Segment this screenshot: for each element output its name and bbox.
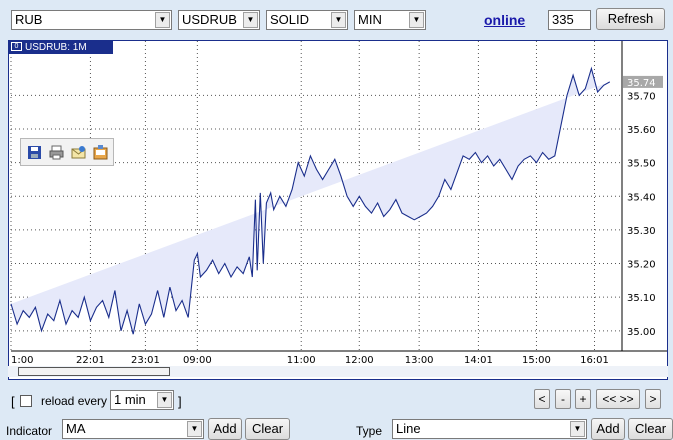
x-tick-label: 13:00: [405, 355, 434, 366]
type-clear-button[interactable]: Clear: [628, 418, 673, 440]
indicator-clear-button[interactable]: Clear: [245, 418, 290, 440]
reload-open-bracket: [: [11, 394, 15, 409]
y-tick-label: 35.40: [627, 192, 656, 203]
chevron-down-icon: ▼: [157, 392, 172, 408]
reload-checkbox[interactable]: [20, 395, 32, 407]
type-add-button[interactable]: Add: [591, 418, 625, 440]
series-area: [11, 68, 610, 335]
symbol-select-value: USDRUB: [182, 12, 237, 27]
x-tick-label: 11:00: [287, 355, 316, 366]
chart-scrollbar[interactable]: [8, 366, 668, 377]
chart-toolbox: [20, 138, 114, 166]
prev-button[interactable]: <: [534, 389, 550, 409]
x-tick-label: 16:01: [580, 355, 609, 366]
y-tick-label: 35.10: [627, 293, 656, 304]
reload-interval-select[interactable]: 1 min ▼: [110, 390, 174, 410]
export-icon[interactable]: [92, 144, 109, 161]
reload-close-bracket: ]: [178, 394, 182, 409]
indicator-label: Indicator: [6, 424, 53, 438]
zoom-in-button[interactable]: +: [575, 389, 591, 409]
scrollbar-thumb[interactable]: [18, 367, 170, 376]
chevron-down-icon: ▼: [155, 12, 170, 28]
indicator-add-button[interactable]: Add: [208, 418, 242, 440]
type-select-value: Line: [396, 421, 421, 436]
y-tick-label: 35.00: [627, 327, 656, 338]
y-tick-label: 35.70: [627, 91, 656, 102]
type-select[interactable]: Line ▼: [392, 419, 587, 439]
refresh-button[interactable]: Refresh: [596, 8, 665, 30]
reset-zoom-button[interactable]: << >>: [596, 389, 640, 409]
online-link[interactable]: online: [484, 12, 525, 28]
price-chart[interactable]: 35.00 35.10 35.20 35.30 35.40 35.50 35.60 35.70…: [9, 41, 667, 379]
chart-tab[interactable]: 0 USDRUB: 1M: [9, 41, 113, 54]
indicator-select-value: MA: [66, 421, 86, 436]
reload-interval-value: 1 min: [114, 392, 146, 407]
period-select-value: MIN: [358, 12, 382, 27]
x-tick-label: 1:00: [11, 355, 33, 366]
print-icon[interactable]: [48, 144, 65, 161]
y-tick-label: 35.20: [627, 260, 656, 271]
x-tick-label: 09:00: [183, 355, 212, 366]
chevron-down-icon: ▼: [331, 12, 346, 28]
chevron-down-icon: ▼: [243, 12, 258, 28]
zoom-out-button[interactable]: -: [555, 389, 571, 409]
x-tick-label: 14:01: [464, 355, 493, 366]
type-label: Type: [356, 424, 383, 438]
symbol-select[interactable]: USDRUB ▼: [178, 10, 260, 30]
x-tick-label: 22:01: [76, 355, 105, 366]
style-select-value: SOLID: [270, 12, 310, 27]
save-icon[interactable]: [26, 144, 43, 161]
x-tick-label: 12:00: [345, 355, 374, 366]
chart-tab-label: USDRUB: 1M: [25, 42, 87, 53]
y-tick-label: 35.30: [627, 226, 656, 237]
x-tick-label: 23:01: [131, 355, 160, 366]
count-input-value: 335: [552, 12, 574, 27]
currency-select[interactable]: RUB ▼: [11, 10, 172, 30]
tab-toggle-icon[interactable]: 0: [11, 42, 22, 51]
chevron-down-icon: ▼: [187, 421, 202, 437]
reload-label: reload every: [41, 394, 108, 408]
x-tick-label: 15:00: [522, 355, 551, 366]
y-tick-label: 35.60: [627, 125, 656, 136]
chevron-down-icon: ▼: [570, 421, 585, 437]
next-button[interactable]: >: [645, 389, 661, 409]
period-select[interactable]: MIN ▼: [354, 10, 426, 30]
indicator-select[interactable]: MA ▼: [62, 419, 204, 439]
last-value-label: 35.74: [627, 78, 656, 89]
currency-select-value: RUB: [15, 12, 43, 27]
chart-panel: 35.00 35.10 35.20 35.30 35.40 35.50 35.60 35.70…: [8, 40, 668, 380]
style-select[interactable]: SOLID ▼: [266, 10, 348, 30]
y-tick-label: 35.50: [627, 159, 656, 170]
email-icon[interactable]: [70, 144, 87, 161]
chevron-down-icon: ▼: [409, 12, 424, 28]
count-input[interactable]: 335: [548, 10, 591, 30]
